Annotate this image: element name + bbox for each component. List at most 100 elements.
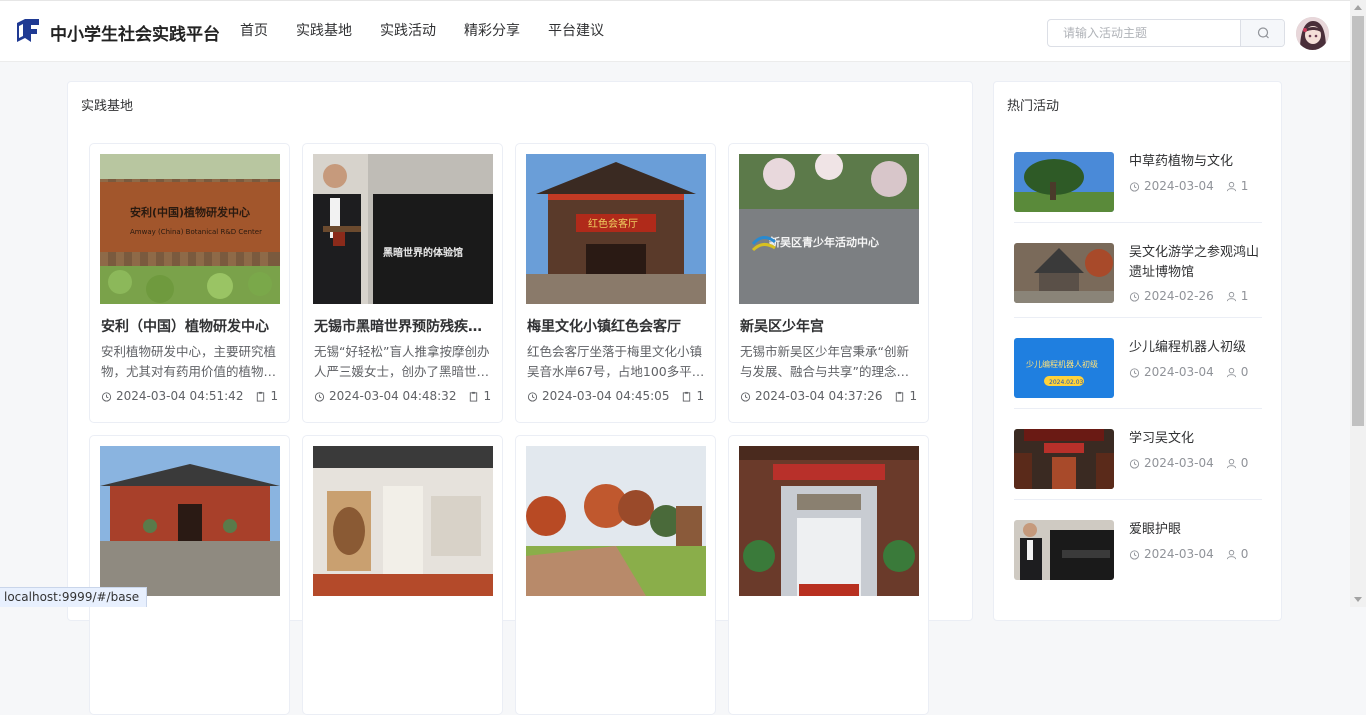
nav-highlights[interactable]: 精彩分享 bbox=[450, 1, 534, 63]
divider bbox=[1014, 499, 1262, 500]
banner-text: 少儿编程机器人初级 bbox=[1026, 359, 1098, 369]
card-meta: 2024-03-04 04:51:42 1 bbox=[101, 389, 278, 403]
card-image[interactable] bbox=[739, 446, 919, 596]
base-card[interactable] bbox=[89, 435, 290, 715]
user-icon bbox=[1226, 367, 1236, 377]
user-icon bbox=[1226, 549, 1236, 559]
user-icon bbox=[1226, 181, 1236, 191]
scroll-thumb[interactable] bbox=[1352, 16, 1364, 426]
panel-title: 热门活动 bbox=[1007, 99, 1060, 114]
nav-suggestions[interactable]: 平台建议 bbox=[534, 1, 618, 63]
card-meta: 2024-03-04 04:45:05 1 bbox=[527, 389, 704, 403]
hot-activities-panel: 热门活动 中草药植物与文化 2024-03-04 1 吴文化游学之参观鸿山遗址博… bbox=[993, 81, 1282, 621]
svg-text:黑暗世界的体验馆: 黑暗世界的体验馆 bbox=[383, 246, 463, 259]
svg-text:Amway (China) Botanical R&D Ce: Amway (China) Botanical R&D Center bbox=[130, 228, 262, 236]
card-image[interactable] bbox=[313, 446, 493, 596]
divider bbox=[1014, 408, 1262, 409]
svg-text:新吴区青少年活动中心: 新吴区青少年活动中心 bbox=[769, 235, 879, 249]
activity-count: 1 bbox=[1240, 289, 1249, 303]
clock-icon bbox=[1129, 549, 1140, 560]
activity-title[interactable]: 爱眼护眼 bbox=[1129, 520, 1264, 540]
card-count: 1 bbox=[483, 389, 492, 403]
activity-count: 0 bbox=[1240, 365, 1249, 379]
activity-thumbnail[interactable] bbox=[1014, 243, 1114, 303]
logo-icon bbox=[17, 19, 39, 42]
activity-thumbnail[interactable] bbox=[1014, 429, 1114, 489]
card-title[interactable]: 安利（中国）植物研发中心 bbox=[101, 316, 279, 336]
search-input[interactable] bbox=[1048, 20, 1240, 46]
hot-activity-item[interactable]: 少儿编程机器人初级 2024.02.03 少儿编程机器人初级 2024-03-0… bbox=[1014, 338, 1262, 398]
activity-thumbnail[interactable] bbox=[1014, 152, 1114, 212]
card-image[interactable]: 安利(中国)植物研发中心 Amway (China) Botanical R&D… bbox=[100, 154, 280, 304]
activity-meta: 2024-03-04 1 bbox=[1129, 179, 1248, 193]
activity-title[interactable]: 少儿编程机器人初级 bbox=[1129, 338, 1264, 358]
hot-activity-item[interactable]: 吴文化游学之参观鸿山遗址博物馆 2024-02-26 1 bbox=[1014, 243, 1262, 303]
card-image[interactable]: 红色会客厅 bbox=[526, 154, 706, 304]
activity-date: 2024-02-26 bbox=[1144, 289, 1214, 303]
user-avatar[interactable] bbox=[1296, 17, 1329, 50]
card-image[interactable]: 黑暗世界的体验馆 bbox=[313, 154, 493, 304]
activity-title[interactable]: 吴文化游学之参观鸿山遗址博物馆 bbox=[1129, 243, 1264, 283]
base-card[interactable] bbox=[302, 435, 503, 715]
base-card[interactable] bbox=[515, 435, 716, 715]
base-card[interactable]: 黑暗世界的体验馆 无锡市黑暗世界预防残疾体验馆 无锡“好轻松”盲人推拿按摩创办人… bbox=[302, 143, 503, 423]
hot-activity-item[interactable]: 学习吴文化 2024-03-04 0 bbox=[1014, 429, 1262, 489]
card-image[interactable]: 新吴区青少年活动中心 bbox=[739, 154, 919, 304]
clipboard-icon bbox=[257, 391, 265, 402]
clock-icon bbox=[314, 391, 325, 402]
base-card[interactable] bbox=[728, 435, 929, 715]
user-icon bbox=[1226, 458, 1236, 468]
card-description: 红色会客厅坐落于梅里文化小镇吴音水岸67号，占地100多平方米 bbox=[527, 344, 705, 379]
top-header: 中小学生社会实践平台 首页 实践基地 实践活动 精彩分享 平台建议 bbox=[0, 0, 1350, 62]
base-card[interactable]: 安利(中国)植物研发中心 Amway (China) Botanical R&D… bbox=[89, 143, 290, 423]
scroll-up-arrow-icon[interactable] bbox=[1354, 5, 1362, 10]
clock-icon bbox=[1129, 367, 1140, 378]
activity-meta: 2024-02-26 1 bbox=[1129, 289, 1248, 303]
card-title[interactable]: 无锡市黑暗世界预防残疾体验馆 bbox=[314, 316, 492, 336]
clipboard-icon bbox=[470, 391, 478, 402]
svg-text:红色会客厅: 红色会客厅 bbox=[588, 217, 638, 230]
activity-title[interactable]: 中草药植物与文化 bbox=[1129, 152, 1264, 172]
activity-date: 2024-03-04 bbox=[1144, 456, 1214, 470]
divider bbox=[1014, 317, 1262, 318]
card-description: 安利植物研发中心，主要研究植物，尤其对有药用价值的植物进行研究和开发 bbox=[101, 344, 277, 379]
hot-activity-item[interactable]: 中草药植物与文化 2024-03-04 1 bbox=[1014, 152, 1262, 212]
card-count: 1 bbox=[270, 389, 279, 403]
card-meta: 2024-03-04 04:48:32 1 bbox=[314, 389, 491, 403]
user-icon bbox=[1226, 291, 1236, 301]
brand-title[interactable]: 中小学生社会实践平台 bbox=[50, 20, 220, 45]
nav-home[interactable]: 首页 bbox=[226, 1, 282, 63]
clock-icon bbox=[1129, 458, 1140, 469]
banner-date: 2024.02.03 bbox=[1049, 379, 1084, 386]
activity-thumbnail[interactable]: 少儿编程机器人初级 2024.02.03 bbox=[1014, 338, 1114, 398]
clipboard-icon bbox=[896, 391, 904, 402]
scroll-down-arrow-icon[interactable] bbox=[1354, 597, 1362, 602]
activity-title[interactable]: 学习吴文化 bbox=[1129, 429, 1264, 449]
card-count: 1 bbox=[909, 389, 918, 403]
nav-practice-base[interactable]: 实践基地 bbox=[282, 1, 366, 63]
card-time: 2024-03-04 04:37:26 bbox=[755, 389, 883, 403]
activity-count: 0 bbox=[1240, 456, 1249, 470]
clock-icon bbox=[527, 391, 538, 402]
page-scrollbar[interactable] bbox=[1350, 0, 1366, 607]
card-image[interactable] bbox=[100, 446, 280, 596]
activity-count: 0 bbox=[1240, 547, 1249, 561]
nav-practice-activity[interactable]: 实践活动 bbox=[366, 1, 450, 63]
activity-meta: 2024-03-04 0 bbox=[1129, 365, 1248, 379]
card-description: 无锡“好轻松”盲人推拿按摩创办人严三媛女士，创办了黑暗世界体验馆 bbox=[314, 344, 490, 379]
clock-icon bbox=[101, 391, 112, 402]
panel-title: 实践基地 bbox=[81, 99, 134, 114]
card-image[interactable] bbox=[526, 446, 706, 596]
card-title[interactable]: 梅里文化小镇红色会客厅 bbox=[527, 316, 705, 336]
base-card[interactable]: 新吴区青少年活动中心 新吴区少年宫 无锡市新吴区少年宫秉承“创新与发展、融合与共… bbox=[728, 143, 929, 423]
card-title[interactable]: 新吴区少年宫 bbox=[740, 316, 918, 336]
base-card[interactable]: 红色会客厅 梅里文化小镇红色会客厅 红色会客厅坐落于梅里文化小镇吴音水岸67号，… bbox=[515, 143, 716, 423]
activity-meta: 2024-03-04 0 bbox=[1129, 547, 1248, 561]
hot-activity-item[interactable]: 爱眼护眼 2024-03-04 0 bbox=[1014, 520, 1262, 580]
search-icon bbox=[1257, 27, 1269, 39]
activity-thumbnail[interactable] bbox=[1014, 520, 1114, 580]
search-button[interactable] bbox=[1240, 20, 1284, 46]
card-time: 2024-03-04 04:45:05 bbox=[542, 389, 670, 403]
divider bbox=[1014, 222, 1262, 223]
activity-date: 2024-03-04 bbox=[1144, 179, 1214, 193]
